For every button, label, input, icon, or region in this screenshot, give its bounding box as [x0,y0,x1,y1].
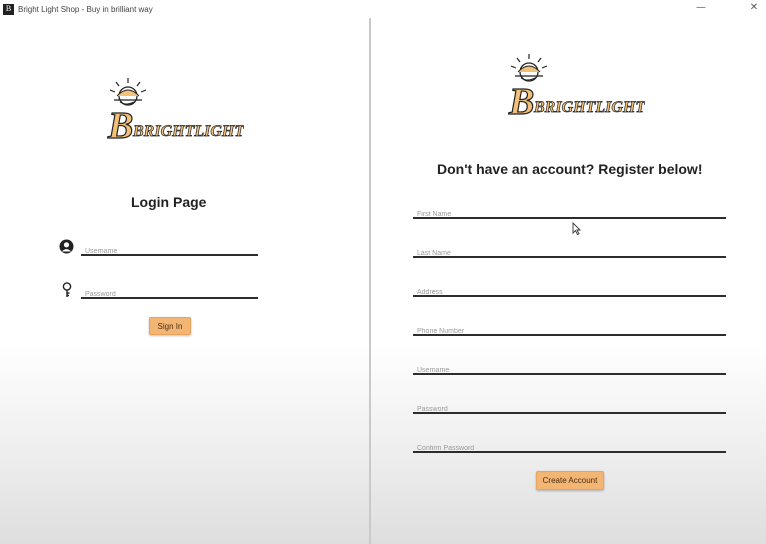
register-username-field[interactable] [413,357,726,379]
last-name-input[interactable] [413,245,726,262]
sun-lamp-logo-icon [510,54,548,82]
password-input[interactable] [81,286,258,303]
window-content: B BRIGHTLIGHT Login Page Sign In [0,18,766,544]
brand-logo-login: B BRIGHTLIGHT [104,76,244,142]
logo-text: BRIGHTLIGHT [533,99,645,116]
register-password-input[interactable] [413,401,726,418]
register-title: Don't have an account? Register below! [437,161,703,177]
phone-number-input[interactable] [413,323,726,340]
first-name-field[interactable] [413,201,726,223]
address-field[interactable] [413,279,726,301]
register-username-input[interactable] [413,362,726,379]
create-account-button[interactable]: Create Account [536,471,604,490]
address-input[interactable] [413,284,726,301]
login-page-title: Login Page [131,194,207,210]
password-field[interactable] [81,281,258,303]
sign-in-button[interactable]: Sign In [149,317,191,335]
panel-divider [369,18,371,544]
mouse-cursor-icon [572,220,582,239]
title-bar: B Bright Light Shop - Buy in brilliant w… [0,0,766,18]
brand-logo-register: B BRIGHTLIGHT [505,52,645,118]
logo-text: BRIGHTLIGHT [132,123,244,140]
phone-number-field[interactable] [413,318,726,340]
user-icon [59,239,74,258]
key-icon [62,282,72,302]
app-icon-glyph: B [5,4,12,13]
window-title: Bright Light Shop - Buy in brilliant way [18,4,153,14]
close-button[interactable]: ✕ [746,2,762,14]
svg-text:B: B [508,81,534,118]
sun-lamp-logo-icon [109,78,147,106]
register-password-field[interactable] [413,396,726,418]
username-input[interactable] [81,243,258,260]
minimize-button[interactable]: — [693,2,709,14]
confirm-password-input[interactable] [413,440,726,457]
first-name-input[interactable] [413,206,726,223]
svg-text:B: B [107,105,133,142]
username-field[interactable] [81,238,258,260]
confirm-password-field[interactable] [413,435,726,457]
app-icon: B [3,3,14,15]
last-name-field[interactable] [413,240,726,262]
